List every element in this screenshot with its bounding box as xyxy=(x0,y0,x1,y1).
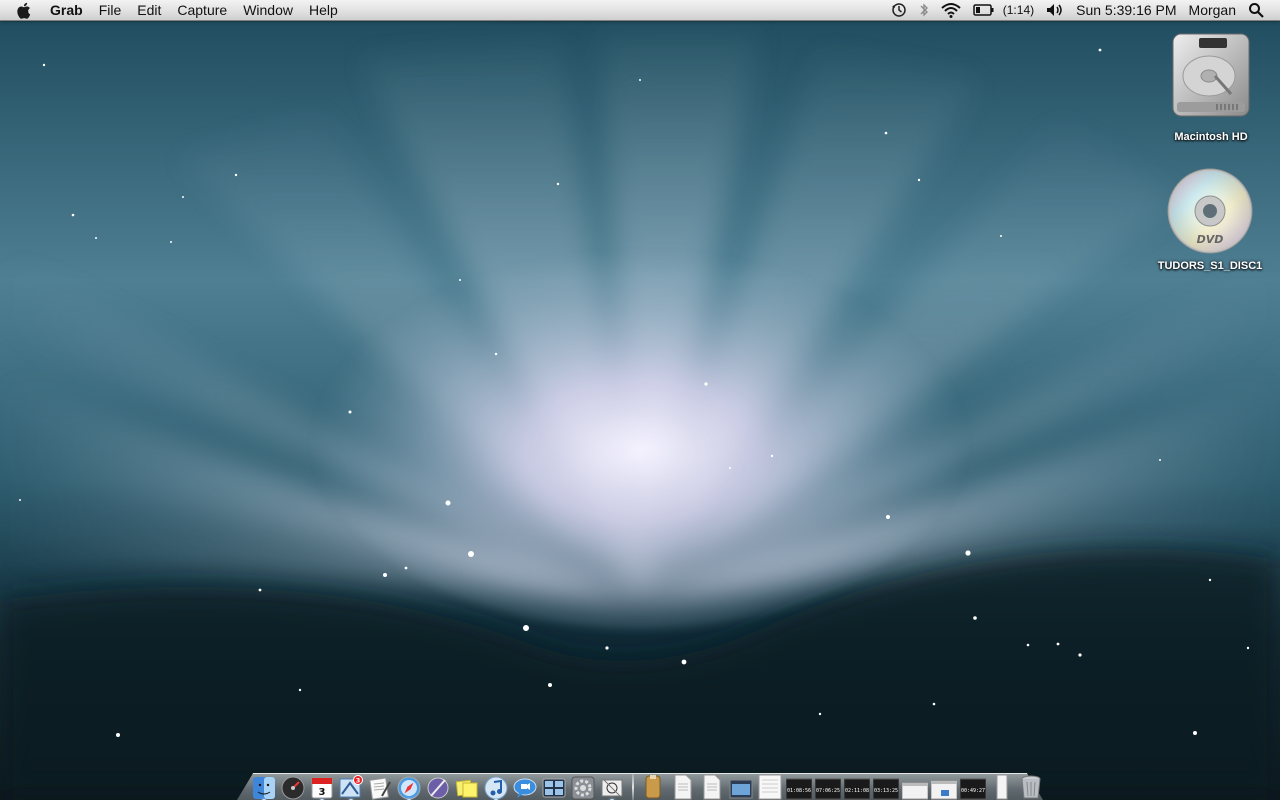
dock-item-minimized-player-2[interactable]: 07:06:25 xyxy=(815,770,841,800)
dock-item-window-thumb-1[interactable] xyxy=(728,770,754,800)
minimized-time: 02:11:08 xyxy=(845,788,869,794)
time-machine-icon xyxy=(891,3,906,17)
dock-separator[interactable] xyxy=(632,774,634,800)
dock-item-minimized-player-3[interactable]: 02:11:08 xyxy=(844,770,870,800)
time-machine-menu[interactable] xyxy=(885,0,913,20)
menu-clock[interactable]: Sun 5:39:16 PM xyxy=(1070,0,1182,20)
window-thumbnail-icon xyxy=(729,779,753,799)
dock-item-document-1[interactable] xyxy=(670,770,696,800)
desktop-icon-dvd[interactable]: DVD TUDORS_S1_DISC1 xyxy=(1150,167,1270,272)
dock-item-script-editor[interactable] xyxy=(425,770,451,800)
minimized-time: 00:49:27 xyxy=(961,788,985,794)
finder-icon xyxy=(253,777,275,799)
minimized-video-window-icon: 00:49:27 xyxy=(960,778,986,800)
system-preferences-icon xyxy=(571,776,595,800)
window-thumbnail-icon xyxy=(758,774,782,800)
dock-item-finder[interactable] xyxy=(251,770,277,800)
window-thumbnail-icon xyxy=(902,782,928,800)
document-icon xyxy=(674,774,692,800)
menu-bar: Grab File Edit Capture Window Help (1:14… xyxy=(0,0,1280,21)
stickies-icon xyxy=(455,779,478,798)
calendar-day-text: 3 xyxy=(319,787,326,798)
dock-item-document-3[interactable] xyxy=(989,770,1015,800)
svg-text:DVD: DVD xyxy=(1197,233,1224,246)
volume-icon xyxy=(1047,4,1062,16)
menu-window[interactable]: Window xyxy=(235,0,301,20)
dock-item-ichat[interactable] xyxy=(512,770,538,800)
mail-icon: 3 xyxy=(339,775,363,798)
dvd-disc-icon: DVD xyxy=(1167,168,1253,254)
desktop-icon-macintosh-hd[interactable]: Macintosh HD xyxy=(1151,32,1271,143)
dock-item-system-preferences[interactable] xyxy=(570,770,596,800)
minimized-video-window-icon: 01:08:56 xyxy=(786,778,812,800)
dock-item-stickies[interactable] xyxy=(454,770,480,800)
wifi-menu[interactable] xyxy=(935,0,967,20)
aurora-wallpaper xyxy=(0,0,1280,800)
dock-item-itunes[interactable] xyxy=(483,770,509,800)
desktop-icon-label: TUDORS_S1_DISC1 xyxy=(1157,260,1263,272)
minimized-video-window-icon: 07:06:25 xyxy=(815,778,841,800)
stack-icon xyxy=(645,775,661,799)
hard-drive-icon xyxy=(1172,33,1250,117)
document-icon xyxy=(703,774,721,800)
window-thumbnail-icon xyxy=(931,780,957,800)
mail-badge: 3 xyxy=(356,777,361,785)
grab-icon xyxy=(601,779,623,797)
minimized-time: 07:06:25 xyxy=(816,788,840,794)
minimized-time: 01:08:56 xyxy=(787,788,811,794)
spotlight-icon xyxy=(1249,3,1264,18)
battery-icon xyxy=(973,4,994,16)
dock-item-mail[interactable]: 3 xyxy=(338,770,364,800)
apple-menu[interactable] xyxy=(14,0,32,20)
dock-item-window-thumb-2[interactable] xyxy=(757,770,783,800)
dock-item-window-thumb-3[interactable] xyxy=(902,770,928,800)
spaces-icon xyxy=(542,778,566,798)
bluetooth-icon xyxy=(920,3,928,17)
textedit-icon xyxy=(369,777,391,800)
wifi-icon xyxy=(941,3,961,18)
minimized-video-window-icon: 03:13:25 xyxy=(873,778,899,800)
battery-menu[interactable] xyxy=(967,0,1001,20)
menu-help[interactable]: Help xyxy=(301,0,346,20)
dock: 3 3 01:08:56 07:06:25 02:11:08 03:13:25 … xyxy=(237,764,1043,800)
minimized-video-window-icon: 02:11:08 xyxy=(844,778,870,800)
itunes-icon xyxy=(484,776,508,800)
script-editor-icon xyxy=(427,777,449,799)
ichat-icon xyxy=(513,778,537,798)
dock-item-dashboard[interactable] xyxy=(280,770,306,800)
menu-file[interactable]: File xyxy=(91,0,130,20)
dock-item-document-2[interactable] xyxy=(699,770,725,800)
dock-item-minimized-player-1[interactable]: 01:08:56 xyxy=(786,770,812,800)
desktop-icon-label: Macintosh HD xyxy=(1174,131,1248,143)
menu-capture[interactable]: Capture xyxy=(169,0,235,20)
dock-item-minimized-player-5[interactable]: 00:49:27 xyxy=(960,770,986,800)
spotlight-menu[interactable] xyxy=(1242,0,1270,20)
dock-item-grab[interactable] xyxy=(599,770,625,800)
dock-item-documents-stack[interactable] xyxy=(641,770,667,800)
bluetooth-menu[interactable] xyxy=(913,0,935,20)
apple-icon xyxy=(16,2,30,19)
dock-item-textedit[interactable] xyxy=(367,770,393,800)
minimized-time: 03:13:25 xyxy=(874,788,898,794)
dock-item-safari[interactable] xyxy=(396,770,422,800)
dashboard-icon xyxy=(281,776,305,800)
dock-item-minimized-player-4[interactable]: 03:13:25 xyxy=(873,770,899,800)
menu-edit[interactable]: Edit xyxy=(129,0,169,20)
dock-item-window-thumb-4[interactable] xyxy=(931,770,957,800)
volume-menu[interactable] xyxy=(1040,0,1070,20)
trash-icon xyxy=(1021,775,1041,799)
ical-icon: 3 xyxy=(311,777,333,799)
desktop[interactable]: Macintosh HD DVD TUDORS_S1_DISC1 3 3 01:… xyxy=(0,0,1280,800)
document-icon xyxy=(996,774,1008,800)
safari-icon xyxy=(397,776,421,800)
dock-item-ical[interactable]: 3 xyxy=(309,770,335,800)
battery-time-remaining[interactable]: (1:14) xyxy=(1001,0,1040,20)
dock-item-trash[interactable] xyxy=(1018,770,1044,800)
fast-user-switching-menu[interactable]: Morgan xyxy=(1183,0,1242,20)
menu-app-name[interactable]: Grab xyxy=(42,0,91,20)
dock-item-spaces[interactable] xyxy=(541,770,567,800)
